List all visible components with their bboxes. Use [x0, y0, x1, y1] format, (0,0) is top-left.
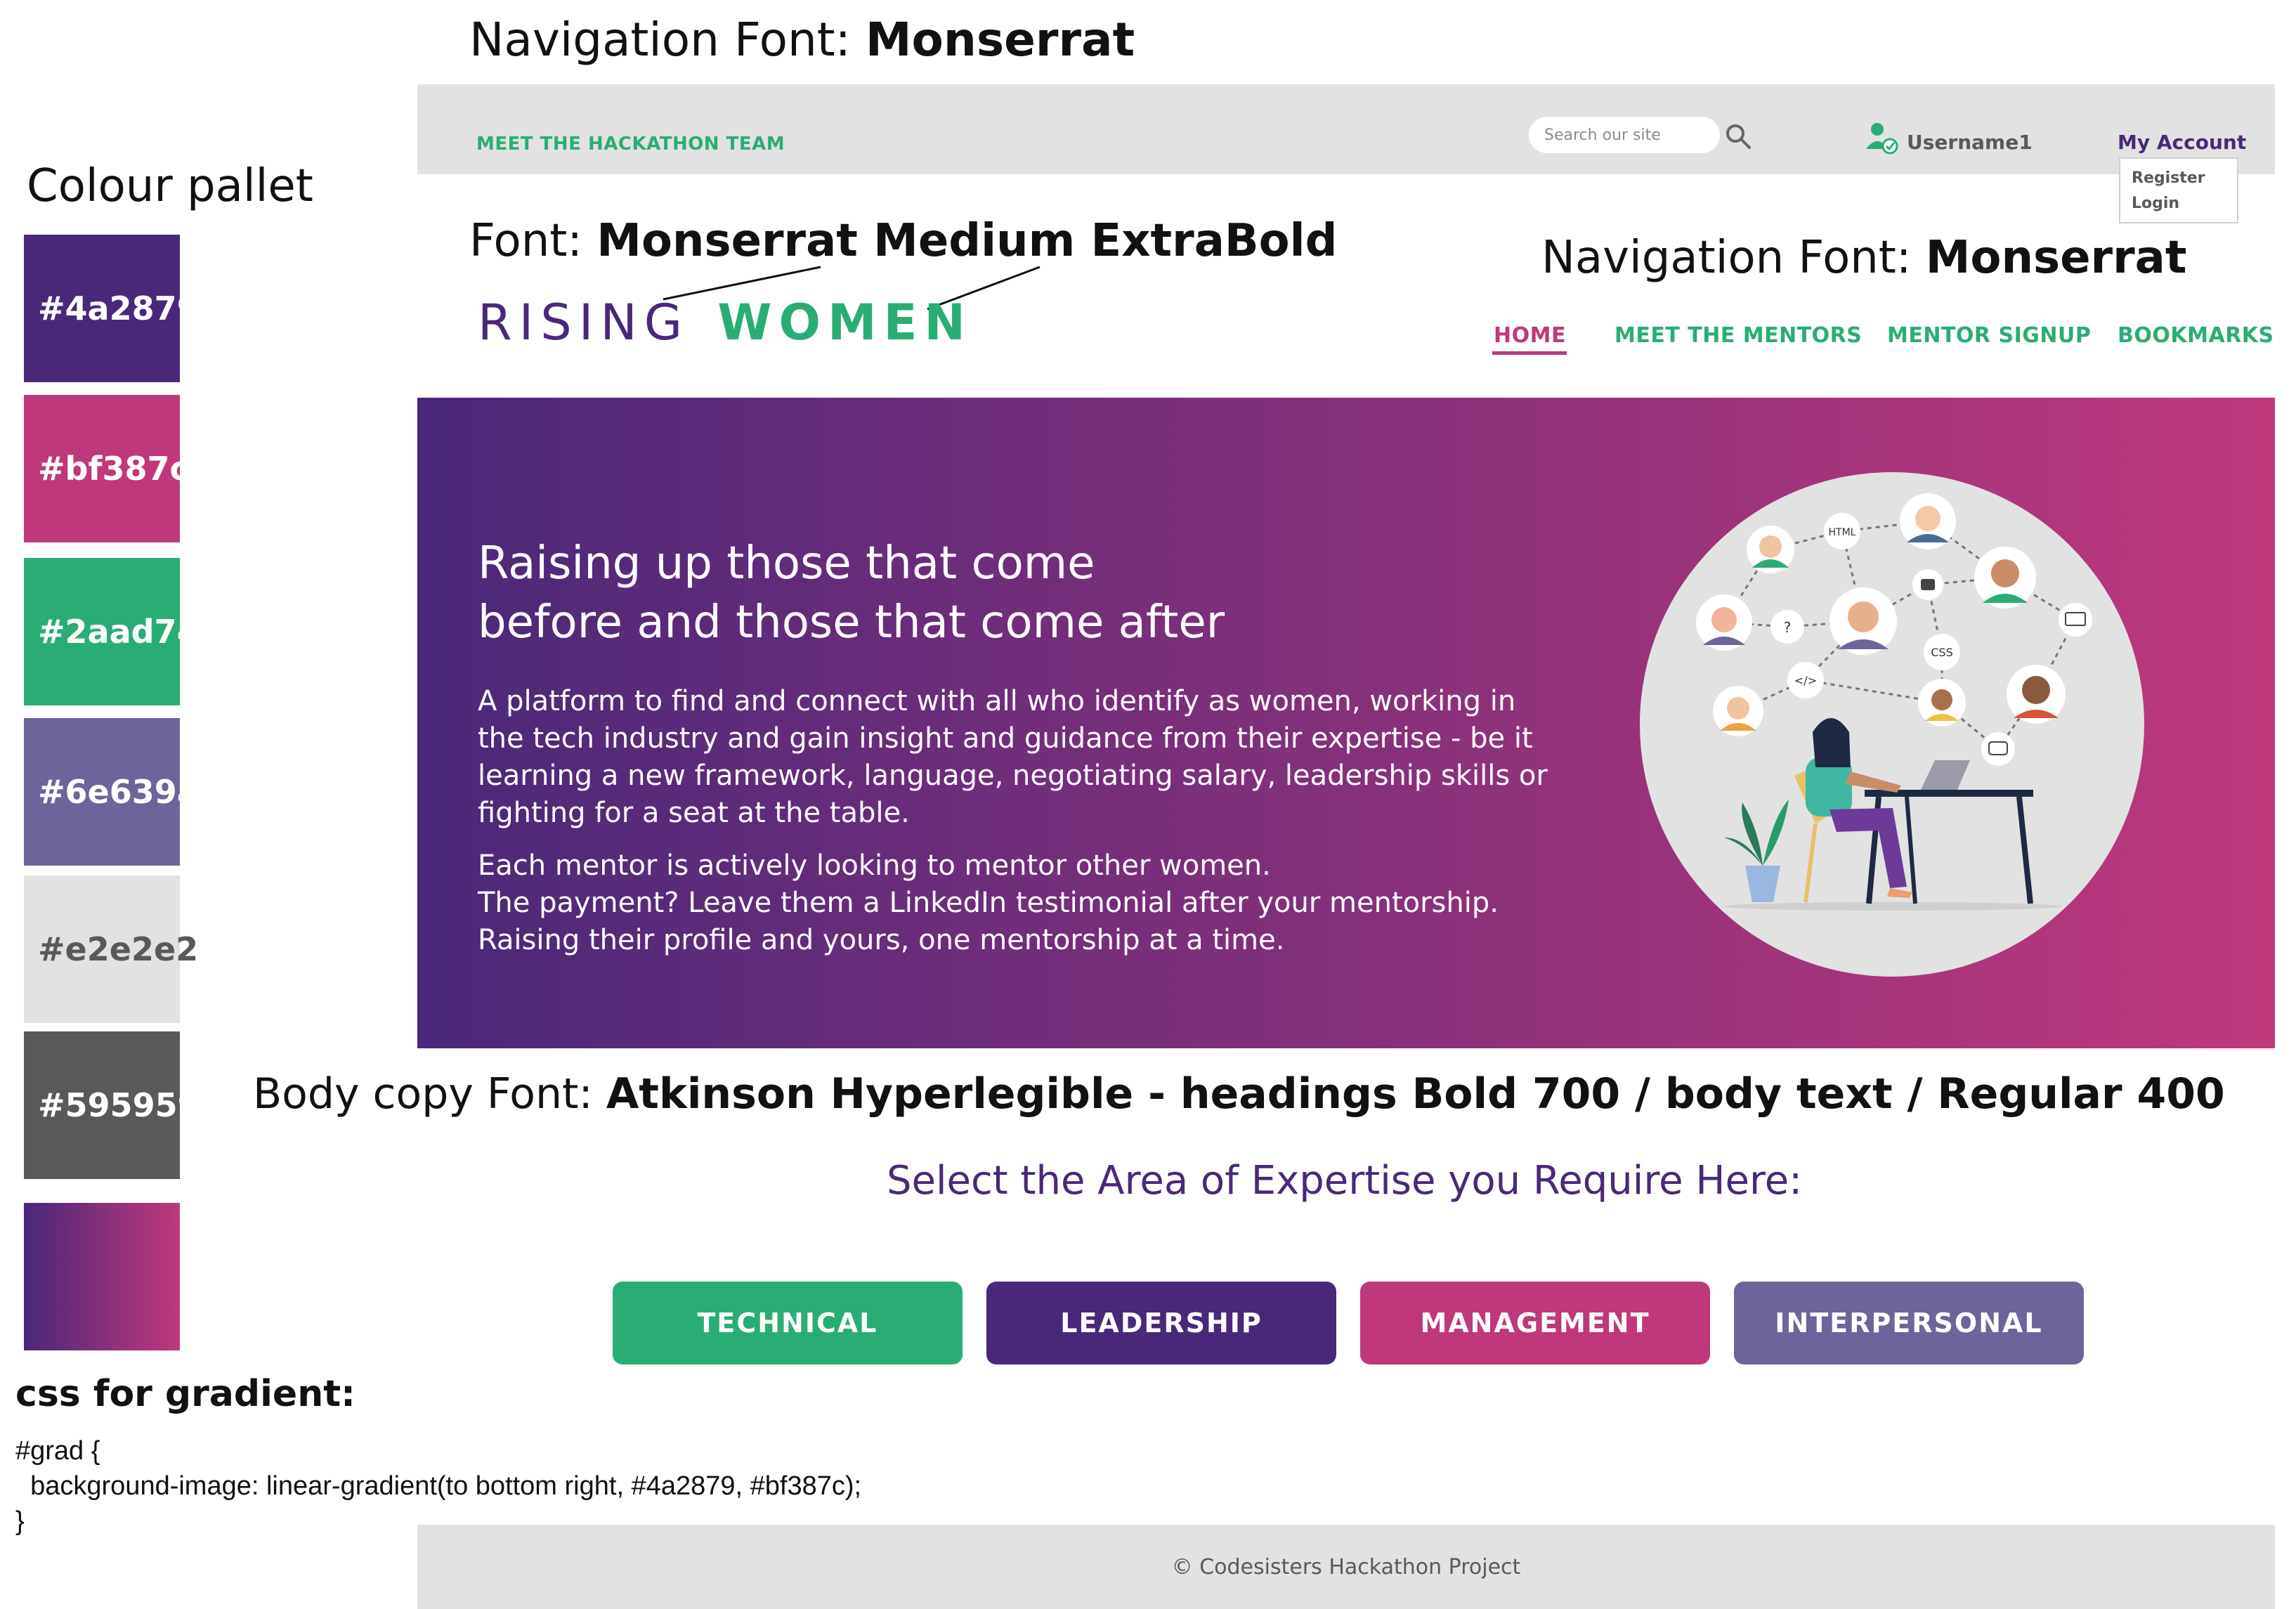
nav-font-annotation-top: Navigation Font: Monserrat — [469, 13, 1135, 67]
annotation-value: Monserrat — [865, 13, 1135, 67]
logo-rising: RISING — [478, 294, 689, 351]
hero-title-line: before and those that come after — [478, 597, 1225, 649]
logo-font-annotation: Font: Monserrat Medium ExtraBold — [469, 215, 1337, 267]
nav-font-annotation-right: Navigation Font: Monserrat — [1541, 232, 2186, 284]
my-account-link[interactable]: My Account — [2118, 131, 2246, 154]
hero-title: Raising up those that come before and th… — [478, 534, 1225, 652]
hero-text-line: Each mentor is actively looking to mento… — [478, 849, 1271, 882]
footer-text: © Codesisters Hackathon Project — [1171, 1554, 1521, 1579]
body-font-annotation: Body copy Font: Atkinson Hyperlegible - … — [253, 1069, 2225, 1119]
annotation-label: Body copy Font: — [253, 1069, 606, 1119]
swatch-green: #2aad74 — [24, 558, 200, 705]
swatch-label: #e2e2e2 — [38, 930, 199, 968]
annotation-label: Navigation Font: — [469, 13, 866, 67]
nav-mentor-signup[interactable]: MENTOR SIGNUP — [1887, 323, 2091, 348]
hero-paragraph-1: A platform to find and connect with all … — [478, 683, 1548, 832]
top-bar — [417, 84, 2275, 174]
annotation-value: Monserrat Medium ExtraBold — [596, 215, 1338, 267]
hero-text-line: A platform to find and connect with all … — [478, 685, 1516, 717]
swatch-label: #bf387c — [38, 450, 189, 488]
register-link[interactable]: Register — [2132, 166, 2237, 191]
leadership-button[interactable]: LEADERSHIP — [986, 1282, 1336, 1364]
palette-title: Colour pallet — [27, 160, 313, 212]
swatch-dark-grey: #595959 — [24, 1031, 200, 1179]
plant-illustration — [1724, 800, 1789, 902]
swatch-label: #4a2879 — [38, 289, 200, 327]
swatch-purple: #4a2879 — [24, 235, 200, 382]
swatch-label: #2aad74 — [38, 613, 200, 651]
search-placeholder: Search our site — [1544, 126, 1661, 144]
css-code-line-1: #grad { — [15, 1436, 100, 1466]
avatar-group — [1696, 493, 2066, 736]
css-code-line-2: background-image: linear-gradient(to bot… — [15, 1471, 862, 1501]
swatch-label: #6e639a — [38, 773, 199, 811]
search-icon[interactable] — [1724, 122, 1752, 150]
swatch-light-grey: #e2e2e2 — [24, 875, 198, 1023]
expertise-title: Select the Area of Expertise you Require… — [887, 1158, 1803, 1204]
swatch-label: #595959 — [38, 1086, 200, 1124]
hero-title-line: Raising up those that come — [478, 538, 1095, 589]
meet-hackathon-team-link[interactable]: MEET THE HACKATHON TEAM — [476, 133, 785, 155]
swatch-gradient — [24, 1203, 180, 1350]
footer: © Codesisters Hackathon Project — [417, 1525, 2275, 1609]
network-graphic: HTML ? CSS </> — [1696, 493, 2092, 911]
hero-text-line: learning a new framework, language, nego… — [478, 760, 1548, 792]
annotation-value: Monserrat — [1925, 232, 2187, 284]
site-logo[interactable]: RISING WOMEN — [478, 294, 972, 351]
hero-text-line: The payment? Leave them a LinkedIn testi… — [478, 887, 1499, 919]
nav-active-underline — [1492, 351, 1567, 355]
nav-home[interactable]: HOME — [1494, 323, 1566, 348]
account-dropdown: Register Login — [2119, 157, 2238, 223]
swatch-lavender: #6e639a — [24, 718, 199, 866]
hero-text-line: the tech industry and gain insight and g… — [478, 722, 1533, 755]
user-check-icon — [1866, 123, 1898, 155]
nav-home-label: HOME — [1494, 323, 1566, 348]
css-tag-label: CSS — [1931, 646, 1952, 659]
login-link[interactable]: Login — [2132, 191, 2237, 216]
technical-button[interactable]: TECHNICAL — [613, 1282, 963, 1364]
html-tag-label: HTML — [1829, 527, 1856, 538]
css-code-line-3: } — [15, 1506, 25, 1536]
nav-meet-the-mentors[interactable]: MEET THE MENTORS — [1615, 323, 1862, 348]
hero-paragraph-2: Each mentor is actively looking to mento… — [478, 847, 1499, 959]
nav-bookmarks[interactable]: BOOKMARKS — [2118, 323, 2274, 348]
css-gradient-title: css for gradient: — [15, 1373, 356, 1415]
code-tag-label: </> — [1794, 674, 1817, 687]
hero-text-line: fighting for a seat at the table. — [478, 797, 910, 829]
hero-text-line: Raising their profile and yours, one men… — [478, 924, 1285, 956]
management-button[interactable]: MANAGEMENT — [1360, 1282, 1710, 1364]
annotation-label: Font: — [469, 215, 597, 267]
username-label[interactable]: Username1 — [1907, 131, 2033, 154]
svg-text:?: ? — [1784, 619, 1792, 636]
annotation-label: Navigation Font: — [1541, 232, 1926, 284]
search-input[interactable]: Search our site — [1529, 117, 1720, 153]
annotation-value: Atkinson Hyperlegible - headings Bold 70… — [606, 1069, 2225, 1119]
swatch-pink: #bf387c — [24, 395, 189, 542]
logo-women: WOMEN — [717, 294, 973, 351]
interpersonal-button[interactable]: INTERPERSONAL — [1734, 1282, 2084, 1364]
